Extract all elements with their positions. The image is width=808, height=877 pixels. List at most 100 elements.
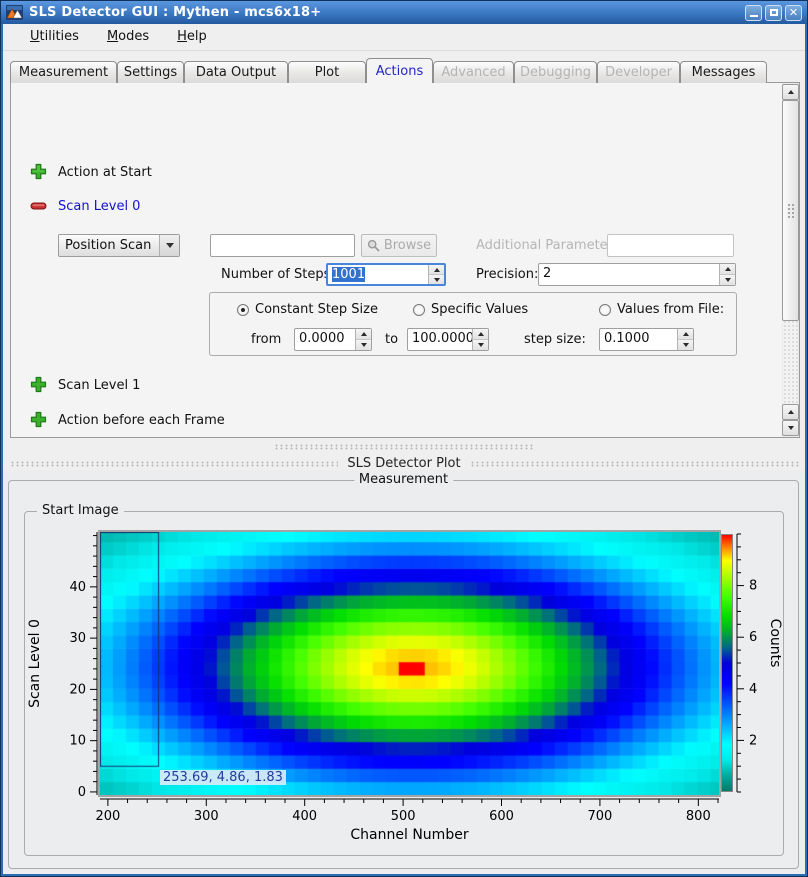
spin-up-icon[interactable]	[473, 329, 488, 340]
specific-values-label[interactable]: Specific Values	[431, 302, 528, 317]
svg-text:2: 2	[749, 733, 757, 748]
minimize-button[interactable]	[745, 5, 762, 21]
combo-dropdown-arrow[interactable]	[159, 235, 179, 256]
tab-messages[interactable]: Messages	[680, 61, 767, 83]
spin-arrows[interactable]	[428, 265, 444, 284]
step-size-spinbox[interactable]: 0.1000	[599, 328, 694, 351]
cursor-position-readout: 253.69, 4.86, 1.83	[160, 770, 286, 785]
browse-label: Browse	[384, 238, 431, 253]
from-spinbox[interactable]: 0.0000	[294, 328, 372, 351]
additional-parameter-input	[607, 234, 734, 257]
menu-utilities[interactable]: Utilities	[20, 26, 89, 48]
maximize-icon	[770, 9, 778, 16]
to-spinbox[interactable]: 100.0000	[407, 328, 489, 351]
splitter-handle[interactable]	[274, 444, 534, 450]
spin-down-icon[interactable]	[473, 340, 488, 350]
scan-level-1-label[interactable]: Scan Level 1	[58, 378, 140, 393]
arrow-up-icon	[788, 410, 794, 414]
start-image-groupbox: Start Image 200300400500600700800Channel…	[24, 511, 784, 856]
specific-values-radio[interactable]	[413, 304, 425, 316]
tab-bar: Measurement Settings Data Output Plot Ac…	[10, 57, 767, 83]
close-icon: ✕	[789, 7, 798, 18]
svg-text:Channel Number: Channel Number	[350, 827, 468, 843]
spin-arrows[interactable]	[719, 264, 735, 285]
spin-down-icon[interactable]	[356, 340, 371, 350]
svg-text:300: 300	[194, 809, 219, 824]
values-from-file-label[interactable]: Values from File:	[617, 302, 724, 317]
plot-dock-title: SLS Detector Plot	[347, 456, 460, 471]
plot-axes: 200300400500600700800Channel Number01020…	[25, 512, 785, 857]
tab-actions[interactable]: Actions	[366, 58, 433, 83]
tab-data-output[interactable]: Data Output	[184, 61, 288, 83]
action-before-each-frame-label[interactable]: Action before each Frame	[58, 413, 225, 428]
spin-up-icon[interactable]	[678, 329, 693, 340]
expand-plus-icon[interactable]	[30, 411, 47, 428]
scan-mode-combobox[interactable]: Position Scan	[58, 234, 180, 257]
scrollbar-thumb[interactable]	[782, 100, 799, 321]
minimize-icon	[750, 15, 758, 17]
expand-plus-icon[interactable]	[30, 163, 47, 180]
svg-text:20: 20	[69, 682, 86, 697]
svg-text:6: 6	[749, 630, 757, 645]
measurement-group-title: Measurement	[354, 472, 453, 487]
tab-plot[interactable]: Plot	[288, 61, 366, 83]
svg-text:0: 0	[78, 785, 86, 800]
maximize-button[interactable]	[765, 5, 782, 21]
close-button[interactable]: ✕	[785, 5, 802, 21]
svg-text:Scan Level 0: Scan Level 0	[27, 619, 43, 708]
tab-advanced: Advanced	[433, 61, 514, 83]
tab-measurement[interactable]: Measurement	[10, 61, 117, 83]
to-value: 100.0000	[408, 329, 472, 350]
svg-text:8: 8	[749, 579, 757, 594]
scroll-up-button-2[interactable]	[782, 404, 799, 420]
app-logo-icon	[6, 5, 23, 20]
constant-step-size-radio[interactable]	[237, 304, 249, 316]
plot-section: Measurement Start Image 2003004005006007…	[3, 470, 805, 874]
application-window: SLS Detector GUI : Mythen - mcs6x18+ ✕ U…	[0, 0, 808, 877]
svg-text:700: 700	[588, 809, 613, 824]
constant-step-size-label[interactable]: Constant Step Size	[255, 302, 378, 317]
precision-value: 2	[539, 264, 719, 285]
spin-down-icon[interactable]	[720, 275, 735, 285]
arrow-down-icon	[788, 426, 794, 430]
svg-text:40: 40	[69, 580, 86, 595]
step-mode-groupbox: Constant Step Size Specific Values Value…	[209, 292, 737, 356]
spin-arrows[interactable]	[677, 329, 693, 350]
svg-text:800: 800	[686, 809, 711, 824]
vertical-scrollbar[interactable]	[782, 83, 799, 437]
spin-arrows[interactable]	[472, 329, 488, 350]
precision-spinbox[interactable]: 2	[538, 263, 736, 286]
spin-arrows[interactable]	[355, 329, 371, 350]
values-from-file-radio[interactable]	[599, 304, 611, 316]
scroll-up-button[interactable]	[782, 84, 799, 100]
spin-up-icon[interactable]	[429, 265, 444, 275]
scan-level-0-label[interactable]: Scan Level 0	[58, 199, 140, 214]
menu-help[interactable]: Help	[167, 26, 217, 48]
spin-down-icon[interactable]	[678, 340, 693, 350]
svg-text:Counts: Counts	[767, 619, 783, 668]
additional-parameter-label: Additional Parameter:	[476, 238, 617, 253]
number-of-steps-spinbox[interactable]: 1001	[326, 263, 446, 286]
dock-title-texture-right	[470, 461, 800, 467]
title-bar[interactable]: SLS Detector GUI : Mythen - mcs6x18+ ✕	[1, 1, 807, 24]
menu-modes[interactable]: Modes	[97, 26, 159, 48]
to-label: to	[385, 332, 398, 347]
spin-up-icon[interactable]	[356, 329, 371, 340]
scroll-down-button[interactable]	[782, 420, 799, 436]
spin-up-icon[interactable]	[720, 264, 735, 275]
magnifier-icon	[367, 239, 380, 252]
from-label: from	[251, 332, 281, 347]
collapse-minus-icon[interactable]	[30, 200, 47, 212]
number-of-steps-value: 1001	[332, 267, 365, 282]
window-title: SLS Detector GUI : Mythen - mcs6x18+	[29, 5, 742, 20]
expand-plus-icon[interactable]	[30, 376, 47, 393]
menu-bar: Utilities Modes Help	[3, 24, 805, 51]
spin-down-icon[interactable]	[429, 275, 444, 284]
tab-settings[interactable]: Settings	[117, 61, 184, 83]
browse-button: Browse	[361, 234, 437, 257]
tab-developer: Developer	[597, 61, 680, 83]
scan-script-input[interactable]	[210, 234, 355, 257]
tab-debugging: Debugging	[514, 61, 597, 83]
svg-text:4: 4	[749, 682, 757, 697]
action-at-start-label[interactable]: Action at Start	[58, 165, 152, 180]
